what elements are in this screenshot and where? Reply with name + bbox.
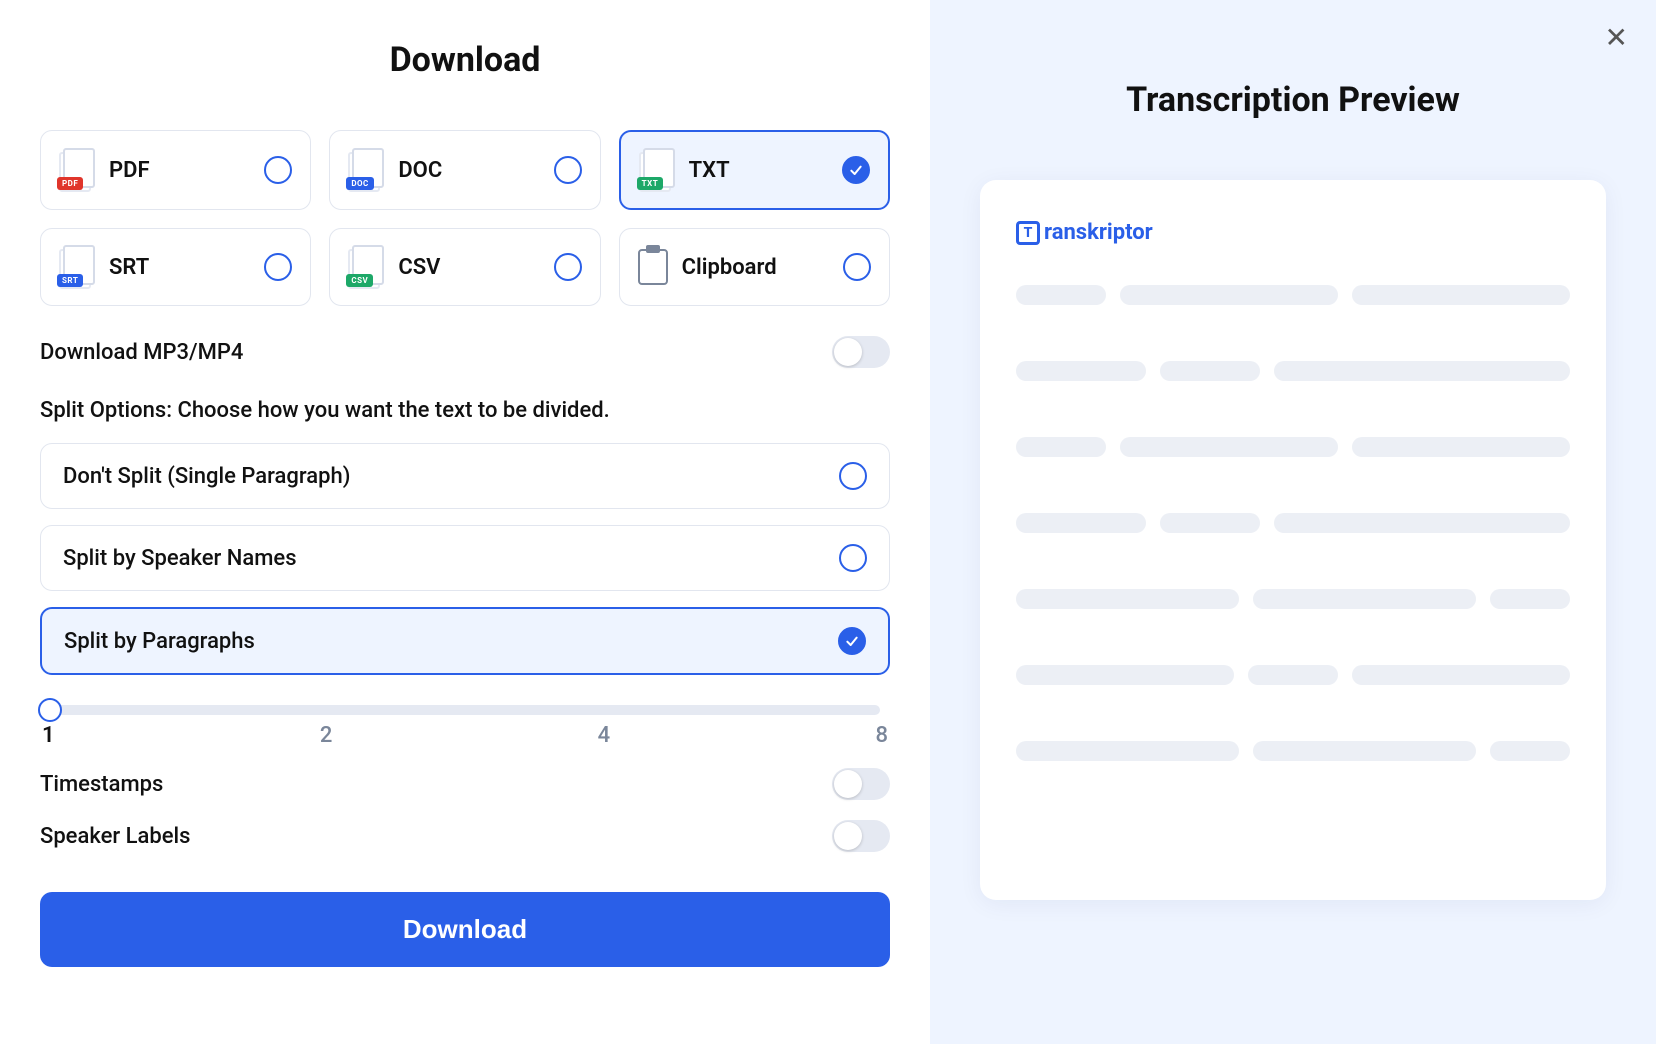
preview-panel: ✕ Transcription Preview Transkriptor (930, 0, 1656, 1044)
slider-thumb[interactable] (38, 698, 62, 722)
format-label: DOC (398, 158, 539, 183)
split-heading: Split Options: Choose how you want the t… (40, 398, 890, 423)
format-radio[interactable] (554, 253, 582, 281)
format-option-doc[interactable]: DOC DOC (329, 130, 600, 210)
format-option-srt[interactable]: SRT SRT (40, 228, 311, 306)
format-grid: PDF PDF DOC DOC TXT TXT SRT SRT CSV CSV Clipboard (40, 130, 890, 306)
skeleton-line (1016, 437, 1106, 457)
split-radio[interactable] (839, 462, 867, 490)
format-option-txt[interactable]: TXT TXT (619, 130, 890, 210)
format-option-pdf[interactable]: PDF PDF (40, 130, 311, 210)
file-icon-srt: SRT (59, 245, 95, 289)
format-option-csv[interactable]: CSV CSV (329, 228, 600, 306)
timestamps-toggle[interactable] (832, 768, 890, 800)
speaker-labels-toggle[interactable] (832, 820, 890, 852)
slider-track[interactable] (50, 705, 880, 715)
brand-icon: T (1016, 221, 1040, 245)
skeleton-line (1016, 361, 1146, 381)
format-label: SRT (109, 255, 250, 280)
split-option-label: Split by Paragraphs (64, 629, 255, 654)
skeleton-line (1352, 285, 1570, 305)
preview-card: Transkriptor (980, 180, 1606, 900)
skeleton-line (1120, 437, 1338, 457)
tick-1: 1 (42, 723, 55, 748)
clipboard-icon (638, 249, 668, 285)
split-options: Don't Split (Single Paragraph) Split by S… (40, 443, 890, 675)
close-icon[interactable]: ✕ (1605, 24, 1628, 52)
skeleton-line (1016, 589, 1239, 609)
skeleton-line (1352, 665, 1570, 685)
format-radio[interactable] (264, 156, 292, 184)
skeleton-line (1490, 741, 1570, 761)
download-settings: Download PDFPDFDOCDOCTXTTXTSRTSRTCSVCSVC… (0, 0, 930, 1044)
skeleton-line (1274, 513, 1570, 533)
file-icon-csv: CSV (348, 245, 384, 289)
timestamps-row: Timestamps (40, 768, 890, 800)
skeleton-line (1248, 665, 1338, 685)
format-radio[interactable] (264, 253, 292, 281)
skeleton-line (1016, 741, 1239, 761)
mp3mp4-toggle[interactable] (832, 336, 890, 368)
tick-2: 2 (320, 723, 333, 748)
format-radio[interactable] (554, 156, 582, 184)
split-option-2[interactable]: Split by Paragraphs (40, 607, 890, 675)
speaker-labels-label: Speaker Labels (40, 824, 190, 849)
split-option-label: Don't Split (Single Paragraph) (63, 464, 350, 489)
tick-8: 8 (875, 723, 888, 748)
format-label: TXT (689, 158, 828, 183)
skeleton-line (1352, 437, 1570, 457)
split-radio[interactable] (839, 544, 867, 572)
skeleton-line (1253, 741, 1476, 761)
split-option-0[interactable]: Don't Split (Single Paragraph) (40, 443, 890, 509)
file-icon-doc: DOC (348, 148, 384, 192)
mp3mp4-row: Download MP3/MP4 (40, 336, 890, 368)
skeleton-line (1253, 589, 1476, 609)
brand-text: ranskriptor (1044, 220, 1153, 245)
download-button[interactable]: Download (40, 892, 890, 967)
format-label: CSV (398, 255, 539, 280)
skeleton-line (1016, 285, 1106, 305)
mp3mp4-label: Download MP3/MP4 (40, 340, 243, 365)
format-option-clipboard[interactable]: Clipboard (619, 228, 890, 306)
split-option-1[interactable]: Split by Speaker Names (40, 525, 890, 591)
split-radio[interactable] (838, 627, 866, 655)
timestamps-label: Timestamps (40, 772, 163, 797)
speaker-labels-row: Speaker Labels (40, 820, 890, 852)
skeleton-line (1490, 589, 1570, 609)
preview-title: Transcription Preview (980, 80, 1606, 120)
format-radio[interactable] (842, 156, 870, 184)
file-icon-txt: TXT (639, 148, 675, 192)
file-icon-pdf: PDF (59, 148, 95, 192)
skeleton-line (1160, 513, 1260, 533)
paragraph-slider: 1 2 4 8 (40, 705, 890, 748)
skeleton-line (1160, 361, 1260, 381)
slider-ticks: 1 2 4 8 (40, 723, 890, 748)
split-option-label: Split by Speaker Names (63, 546, 297, 571)
skeleton-line (1120, 285, 1338, 305)
skeleton-line (1016, 513, 1146, 533)
format-label: Clipboard (682, 255, 829, 280)
page-title: Download (40, 40, 890, 80)
skeleton-line (1016, 665, 1234, 685)
format-label: PDF (109, 158, 250, 183)
format-radio[interactable] (843, 253, 871, 281)
tick-4: 4 (598, 723, 611, 748)
skeleton-line (1274, 361, 1570, 381)
brand-logo: Transkriptor (1016, 220, 1570, 245)
